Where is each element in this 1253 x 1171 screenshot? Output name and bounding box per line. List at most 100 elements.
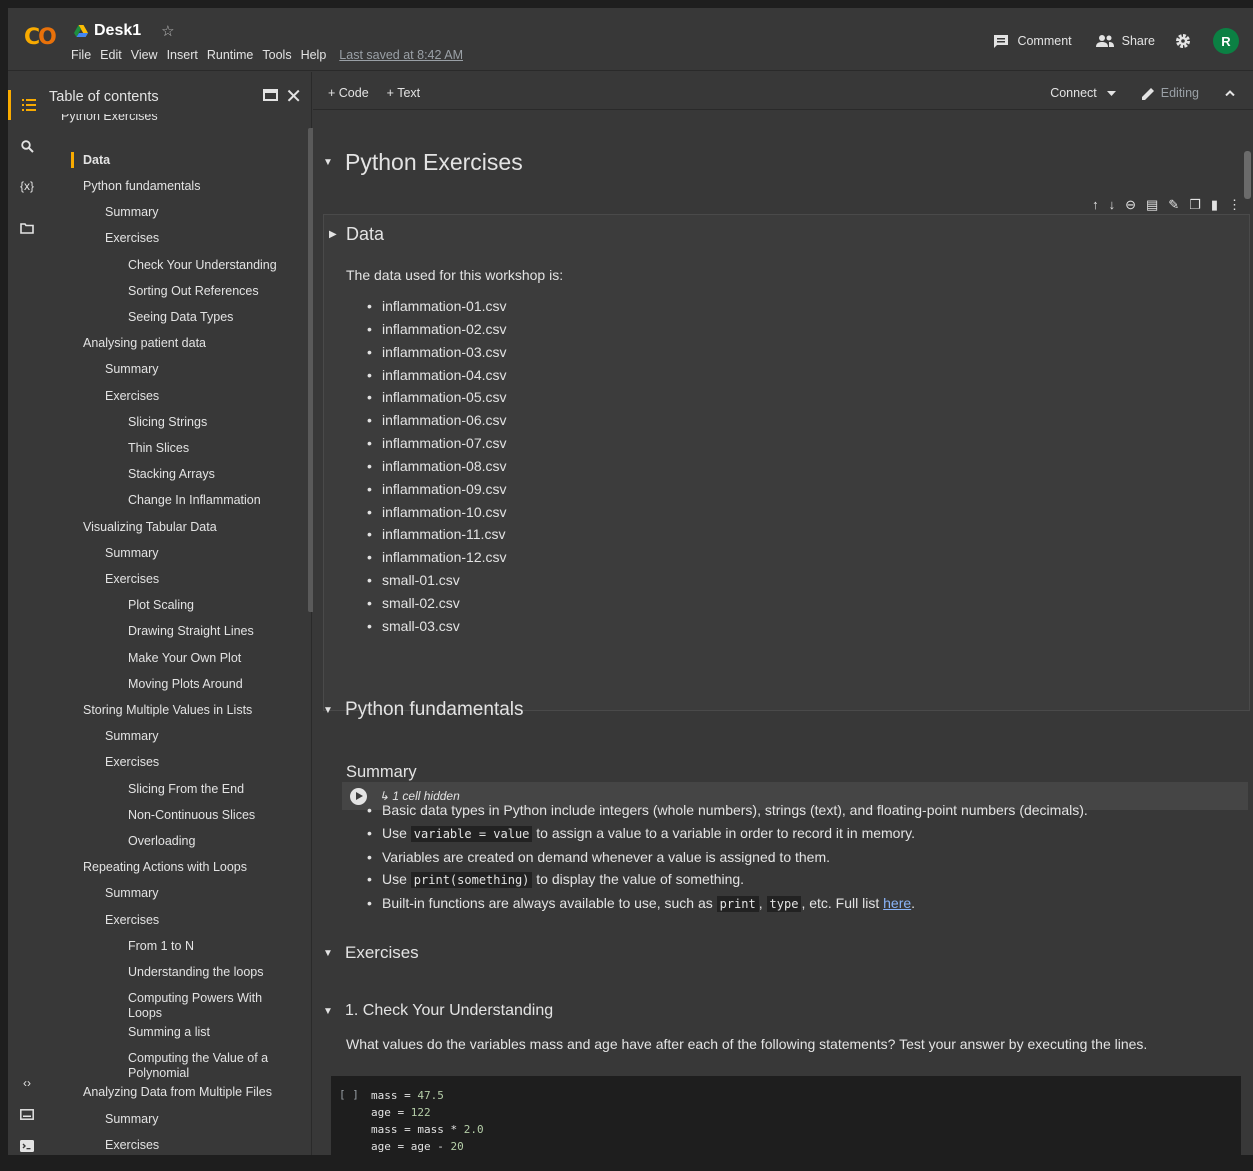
caret-down-icon[interactable]: ▼ — [323, 157, 345, 168]
section-check-understanding[interactable]: ▼ 1. Check Your Understanding — [323, 1002, 553, 1020]
toc-item[interactable]: Make Your Own Plot — [128, 651, 241, 665]
toc-item[interactable]: Exercises — [105, 572, 159, 586]
doc-title[interactable]: Desk1 — [94, 22, 141, 40]
toc-item[interactable]: Analyzing Data from Multiple Files — [83, 1085, 272, 1099]
toc-item[interactable]: Change In Inflammation — [128, 493, 261, 507]
toc-item[interactable]: Summary — [105, 1112, 158, 1126]
move-up-icon[interactable]: ↑ — [1092, 197, 1099, 213]
delete-icon[interactable]: ▮ — [1211, 197, 1218, 213]
toc-item[interactable]: Moving Plots Around — [128, 677, 243, 691]
folder-icon[interactable] — [8, 213, 46, 243]
file-list-item: inflammation-08.csv — [367, 455, 507, 478]
menu-help[interactable]: Help — [301, 48, 327, 62]
comment-button[interactable]: Comment — [993, 34, 1072, 49]
menu-runtime[interactable]: Runtime — [207, 48, 254, 62]
edit-icon[interactable]: ✎ — [1168, 197, 1179, 213]
move-down-icon[interactable]: ↓ — [1109, 197, 1116, 213]
toc-item[interactable]: Summing a list — [128, 1025, 210, 1039]
command-palette-icon[interactable] — [8, 1099, 46, 1129]
toc-item[interactable]: Plot Scaling — [128, 598, 194, 612]
add-code-button[interactable]: + Code — [328, 86, 369, 100]
star-icon[interactable]: ☆ — [161, 22, 174, 40]
caret-down-icon[interactable]: ▼ — [323, 705, 345, 716]
toc-list: Python Exercises Data Python fundamentals S… — [46, 114, 308, 1171]
link-icon[interactable]: ⊖ — [1125, 197, 1136, 213]
toc-item[interactable]: Exercises — [105, 1138, 159, 1152]
menu-file[interactable]: File — [71, 48, 91, 62]
toc-item[interactable]: Exercises — [105, 755, 159, 769]
data-text-cell[interactable]: ▶ Data The data used for this workshop i… — [323, 214, 1250, 810]
editing-mode-button[interactable]: Editing — [1141, 86, 1199, 100]
section-data[interactable]: ▶ Data — [329, 224, 384, 245]
toc-item[interactable]: Check Your Understanding — [128, 258, 277, 272]
toc-item[interactable]: Data — [83, 153, 110, 167]
toc-item[interactable]: Sorting Out References — [128, 284, 259, 298]
connect-label: Connect — [1050, 86, 1097, 100]
toc-item[interactable]: Python fundamentals — [83, 179, 200, 193]
toc-item[interactable]: Exercises — [105, 389, 159, 403]
toc-item[interactable]: Storing Multiple Values in Lists — [83, 703, 252, 717]
toc-item[interactable]: Seeing Data Types — [128, 310, 233, 324]
toc-item[interactable]: Drawing Straight Lines — [128, 624, 254, 638]
colab-logo[interactable]: CO — [24, 25, 57, 50]
mirror-cell-icon[interactable]: ❐ — [1189, 197, 1201, 213]
connect-button[interactable]: Connect — [1050, 86, 1116, 100]
settings-gear-icon[interactable] — [1175, 33, 1191, 49]
pencil-icon — [1141, 87, 1154, 100]
search-icon[interactable] — [8, 131, 46, 161]
notebook-scrollbar[interactable] — [1244, 151, 1251, 199]
toc-item[interactable]: Summary — [105, 886, 158, 900]
code-text: age = — [371, 1106, 411, 1119]
caret-down-icon[interactable]: ▼ — [323, 948, 345, 959]
toc-item[interactable]: Stacking Arrays — [128, 467, 215, 481]
run-cell-bracket[interactable]: [ ] — [339, 1088, 359, 1101]
user-avatar[interactable]: R — [1213, 28, 1239, 54]
file-list-item: inflammation-04.csv — [367, 364, 507, 387]
inline-code: print — [716, 896, 759, 913]
toc-item[interactable]: Python Exercises — [61, 114, 158, 123]
toc-item[interactable]: Summary — [105, 362, 158, 376]
section-exercises[interactable]: ▼ Exercises — [323, 943, 419, 963]
toc-item[interactable]: Repeating Actions with Loops — [83, 860, 247, 874]
notebook-content: ▼ Python Exercises ↑ ↓ ⊖ ▤ ✎ ❐ ▮ ⋮ ▶ Dat… — [313, 111, 1253, 1171]
share-button[interactable]: Share — [1095, 34, 1155, 48]
builtins-here-link[interactable]: here — [883, 895, 911, 911]
add-text-button[interactable]: + Text — [387, 86, 420, 100]
toc-item[interactable]: Summary — [105, 205, 158, 219]
variables-icon[interactable]: {x} — [8, 171, 46, 201]
menu-edit[interactable]: Edit — [100, 48, 122, 62]
more-vert-icon[interactable]: ⋮ — [1228, 197, 1241, 213]
chevron-up-icon[interactable] — [1225, 90, 1235, 96]
caret-right-icon[interactable]: ▶ — [329, 229, 346, 240]
toc-item[interactable]: Summary — [105, 546, 158, 560]
section-python-exercises[interactable]: ▼ Python Exercises — [323, 149, 523, 176]
file-list-item: small-02.csv — [367, 592, 507, 615]
caret-down-icon[interactable]: ▼ — [323, 1006, 345, 1017]
toc-item[interactable]: Computing the Value of a Polynomial — [128, 1051, 278, 1081]
toc-item[interactable]: Summary — [105, 729, 158, 743]
run-icon[interactable] — [350, 787, 367, 805]
code-snippets-icon[interactable]: ‹› — [8, 1068, 46, 1098]
toc-item[interactable]: Thin Slices — [128, 441, 189, 455]
toc-item[interactable]: Slicing Strings — [128, 415, 207, 429]
toc-item[interactable]: Exercises — [105, 231, 159, 245]
toc-item[interactable]: Overloading — [128, 834, 195, 848]
section-python-fundamentals[interactable]: ▼ Python fundamentals — [323, 699, 524, 721]
toc-item[interactable]: Slicing From the End — [128, 782, 244, 796]
toc-item[interactable]: Non-Continuous Slices — [128, 808, 255, 822]
toc-item[interactable]: Understanding the loops — [128, 965, 264, 979]
toc-item[interactable]: Analysing patient data — [83, 336, 206, 350]
toc-item[interactable]: Exercises — [105, 913, 159, 927]
toc-item[interactable]: Computing Powers With Loops — [128, 991, 278, 1021]
menu-view[interactable]: View — [131, 48, 158, 62]
toc-item[interactable]: From 1 to N — [128, 939, 194, 953]
open-in-window-icon[interactable] — [263, 89, 278, 101]
toc-icon[interactable] — [8, 90, 46, 120]
menu-insert[interactable]: Insert — [167, 48, 198, 62]
code-editor[interactable]: mass = 47.5 age = 122 mass = mass * 2.0 age… — [371, 1087, 484, 1155]
menu-tools[interactable]: Tools — [262, 48, 291, 62]
comment-icon[interactable]: ▤ — [1146, 197, 1158, 213]
close-icon[interactable]: ✕ — [285, 84, 302, 109]
last-saved-link[interactable]: Last saved at 8:42 AM — [339, 48, 463, 62]
toc-item[interactable]: Visualizing Tabular Data — [83, 520, 217, 534]
